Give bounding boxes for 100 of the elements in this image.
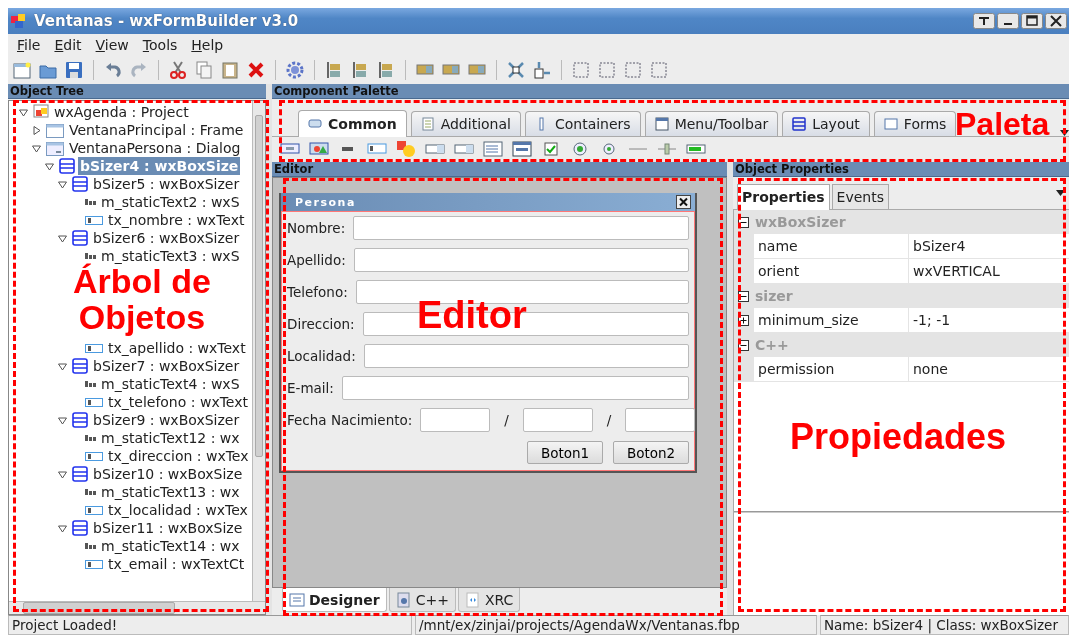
tree-item[interactable]: tx_apellido : wxText bbox=[106, 339, 248, 357]
tree-item[interactable]: tx_email : wxTextCt bbox=[106, 555, 247, 573]
collapse-arrow-icon[interactable] bbox=[58, 415, 67, 425]
dialog-button[interactable]: Boton2 bbox=[613, 441, 689, 464]
tree-item[interactable]: tx_direccion : wxTex bbox=[106, 447, 251, 465]
settings-icon[interactable] bbox=[285, 60, 305, 80]
list-control-icon[interactable] bbox=[512, 140, 532, 158]
close-button[interactable] bbox=[676, 195, 691, 209]
view-tab[interactable]: Designer bbox=[282, 588, 387, 612]
panel-header: Component Palette bbox=[272, 84, 1069, 99]
menu-item[interactable]: File bbox=[10, 37, 48, 53]
palette-tab[interactable]: Containers bbox=[524, 111, 641, 136]
minimize-button[interactable] bbox=[997, 13, 1019, 29]
properties-tab[interactable]: Events bbox=[831, 184, 889, 209]
maximize-button[interactable] bbox=[1021, 13, 1043, 29]
properties-tab[interactable]: Properties bbox=[737, 184, 830, 210]
cut-icon[interactable] bbox=[168, 60, 188, 80]
save-icon[interactable] bbox=[64, 60, 84, 80]
dropdown-arrow-icon[interactable] bbox=[1060, 130, 1069, 136]
field-label: E-mail: bbox=[287, 380, 334, 396]
view-tab[interactable]: C++ bbox=[388, 588, 456, 612]
tree-item[interactable]: tx_nombre : wxText bbox=[106, 211, 247, 229]
tree-item[interactable]: bSizer10 : wxBoxSize bbox=[91, 465, 245, 483]
expand-arrow-icon[interactable] bbox=[32, 125, 41, 135]
tree-item[interactable]: m_staticText14 : wx bbox=[99, 537, 242, 555]
project-icon bbox=[33, 104, 49, 120]
expand-icon[interactable] bbox=[738, 314, 749, 326]
tree-item[interactable]: m_staticText3 : wxS bbox=[99, 247, 242, 265]
tab-icon bbox=[654, 117, 669, 131]
palette-tab[interactable]: Menu/Toolbar bbox=[644, 111, 779, 136]
radio-button-icon[interactable] bbox=[570, 140, 590, 158]
dialog-button[interactable]: Boton1 bbox=[527, 441, 603, 464]
shapes-icon[interactable] bbox=[396, 140, 416, 158]
delete-icon[interactable] bbox=[246, 60, 266, 80]
slider-icon[interactable] bbox=[657, 140, 677, 158]
input-field[interactable] bbox=[341, 376, 689, 400]
collapse-icon[interactable] bbox=[738, 216, 749, 228]
palette-tab[interactable]: Layout bbox=[782, 111, 870, 136]
input-field[interactable] bbox=[363, 344, 689, 368]
copy-icon[interactable] bbox=[194, 60, 214, 80]
collapse-icon[interactable] bbox=[738, 339, 749, 351]
list-box-icon[interactable] bbox=[483, 140, 503, 158]
checkbox-icon[interactable] bbox=[541, 140, 561, 158]
palette-tab[interactable]: Common bbox=[298, 110, 407, 137]
tab-icon bbox=[289, 591, 305, 608]
property-group: sizer bbox=[755, 288, 793, 304]
collapse-arrow-icon[interactable] bbox=[58, 179, 67, 189]
panel-header: Editor bbox=[272, 162, 727, 177]
tree-item[interactable]: VentanaPersona : Dialog bbox=[67, 139, 243, 157]
tree-item[interactable]: bSizer9 : wxBoxSizer bbox=[91, 411, 242, 429]
tree-item[interactable]: bSizer11 : wxBoxSize bbox=[91, 519, 245, 537]
collapse-arrow-icon[interactable] bbox=[58, 233, 67, 243]
collapse-icon[interactable] bbox=[738, 290, 749, 302]
collapse-arrow-icon[interactable] bbox=[58, 469, 67, 479]
tree-item[interactable]: tx_telefono : wxText bbox=[106, 393, 250, 411]
scrollbar[interactable] bbox=[252, 101, 265, 601]
dropdown-arrow-icon[interactable] bbox=[1056, 190, 1065, 196]
date-separator: / bbox=[504, 412, 509, 428]
close-button[interactable] bbox=[1045, 13, 1067, 29]
input-field[interactable] bbox=[353, 216, 689, 240]
menu-item[interactable]: View bbox=[88, 37, 136, 53]
sizer-icon bbox=[72, 412, 88, 428]
palette-tab[interactable]: Forms bbox=[873, 111, 957, 136]
input-field[interactable] bbox=[522, 408, 593, 432]
date-separator: / bbox=[606, 412, 612, 428]
menu-item[interactable]: Edit bbox=[47, 37, 89, 53]
border-icon[interactable] bbox=[597, 60, 617, 80]
collapse-arrow-icon[interactable] bbox=[58, 523, 67, 533]
input-field[interactable] bbox=[420, 408, 491, 432]
tree-item[interactable]: m_staticText13 : wx bbox=[99, 483, 242, 501]
collapse-arrow-icon[interactable] bbox=[45, 161, 54, 171]
tree-item[interactable]: bSizer5 : wxBoxSizer bbox=[91, 175, 242, 193]
menu-item[interactable]: Tools bbox=[135, 37, 185, 53]
tree-item[interactable]: tx_localidad : wxTex bbox=[106, 501, 250, 519]
stretch-icon[interactable] bbox=[532, 60, 552, 80]
input-field[interactable] bbox=[353, 248, 689, 272]
bitmap-button-icon[interactable] bbox=[309, 140, 329, 158]
sizer-icon bbox=[72, 520, 88, 536]
input-field[interactable] bbox=[625, 408, 696, 432]
tree-item[interactable]: m_staticText12 : wx bbox=[99, 429, 242, 447]
tree-item[interactable]: bSizer6 : wxBoxSizer bbox=[91, 229, 242, 247]
view-tab[interactable]: XRC bbox=[457, 588, 521, 612]
paste-icon[interactable] bbox=[220, 60, 240, 80]
border-icon[interactable] bbox=[571, 60, 591, 80]
tree-item[interactable]: VentanaPrincipal : Frame bbox=[67, 121, 246, 139]
tree-item[interactable]: wxAgenda : Project bbox=[52, 103, 191, 121]
palette-tab[interactable]: Additional bbox=[410, 111, 521, 136]
annotation-label: Editor bbox=[417, 296, 527, 336]
tree-item[interactable]: m_staticText4 : wxS bbox=[99, 375, 242, 393]
menu-item[interactable]: Help bbox=[184, 37, 231, 53]
new-file-icon[interactable] bbox=[12, 60, 32, 80]
tree-item[interactable]: m_staticText2 : wxS bbox=[99, 193, 242, 211]
static-text-icon bbox=[85, 543, 96, 549]
border-icon[interactable] bbox=[623, 60, 643, 80]
collapse-arrow-icon[interactable] bbox=[58, 361, 67, 371]
collapse-arrow-icon[interactable] bbox=[19, 107, 28, 117]
collapse-arrow-icon[interactable] bbox=[32, 143, 41, 153]
tree-item[interactable]: bSizer7 : wxBoxSizer bbox=[91, 357, 242, 375]
border-icon[interactable] bbox=[649, 60, 669, 80]
shade-button[interactable] bbox=[973, 13, 995, 29]
